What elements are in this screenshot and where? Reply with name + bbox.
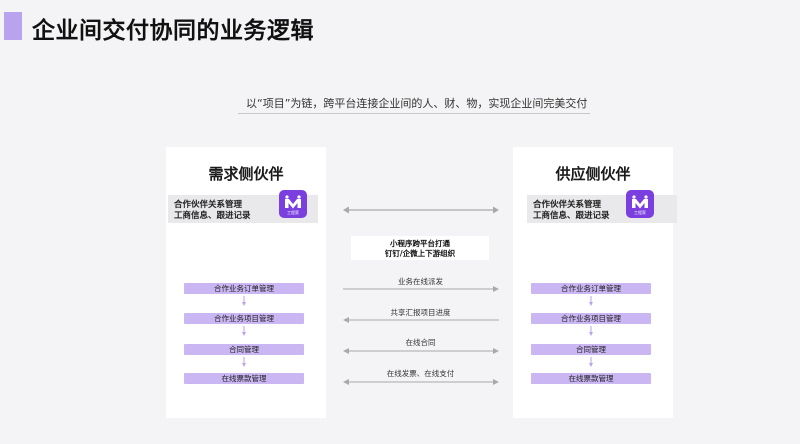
step-contract-management: 合同管理 xyxy=(184,344,304,355)
page-title: 企业间交付协同的业务逻辑 xyxy=(32,18,314,44)
down-arrow-icon xyxy=(589,326,593,336)
app-logo-label: 工程家 xyxy=(287,210,299,215)
info-line-2: 工商信息、跟进记录 xyxy=(174,211,251,221)
panel-title: 需求侧伙伴 xyxy=(208,165,284,183)
right-arrow-icon xyxy=(343,286,499,292)
step-payment-management: 在线票款管理 xyxy=(184,373,304,384)
down-arrow-icon xyxy=(242,357,246,367)
supply-side-panel: 供应侧伙伴 合作伙伴关系管理 工商信息、跟进记录 工程家 合作业务订单管理 合作… xyxy=(513,147,677,418)
down-arrow-icon xyxy=(242,326,246,336)
down-arrow-icon xyxy=(242,296,246,306)
title-accent-bar xyxy=(4,12,22,40)
down-arrow-icon xyxy=(589,357,593,367)
app-logo-icon: 工程家 xyxy=(626,190,654,218)
step-contract-management: 合同管理 xyxy=(531,344,651,355)
center-box-line-2: 钉钉/企微上下游组织 xyxy=(384,249,456,258)
step-project-management: 合作业务项目管理 xyxy=(184,313,304,324)
subtitle-underline xyxy=(238,113,590,114)
slide: 企业间交付协同的业务逻辑 以“项目”为链，跨平台连接企业间的人、财、物，实现企业… xyxy=(0,0,800,444)
partner-info-box: 合作伙伴关系管理 工商信息、跟进记录 xyxy=(527,195,677,223)
down-arrow-icon xyxy=(589,296,593,306)
bidirectional-arrow-icon xyxy=(343,206,499,214)
step-project-management: 合作业务项目管理 xyxy=(531,313,651,324)
flow-label-contract: 在线合同 xyxy=(405,338,436,347)
left-arrow-icon xyxy=(343,317,499,323)
flow-label-invoice-payment: 在线发票、在线支付 xyxy=(386,369,455,378)
subtitle: 以“项目”为链，跨平台连接企业间的人、财、物，实现企业间完美交付 xyxy=(246,97,588,110)
mini-program-box: 小程序跨平台打通 钉钉/企微上下游组织 xyxy=(351,236,489,260)
app-logo-label: 工程家 xyxy=(634,210,646,215)
demand-side-panel: 需求侧伙伴 合作伙伴关系管理 工商信息、跟进记录 工程家 合作业务订单管理 合作… xyxy=(166,147,326,418)
bidirectional-arrow-icon xyxy=(343,348,499,354)
panel-title: 供应侧伙伴 xyxy=(555,165,631,183)
step-order-management: 合作业务订单管理 xyxy=(184,283,304,294)
step-order-management: 合作业务订单管理 xyxy=(531,283,651,294)
bidirectional-arrow-icon xyxy=(343,379,499,385)
app-logo-icon: 工程家 xyxy=(279,190,307,218)
step-payment-management: 在线票款管理 xyxy=(531,373,651,384)
info-line-2: 工商信息、跟进记录 xyxy=(533,211,610,221)
